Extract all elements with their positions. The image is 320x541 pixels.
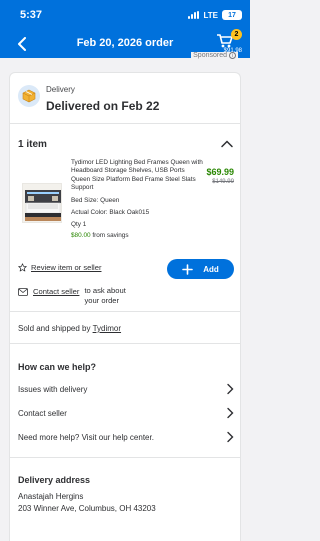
- savings-text: $80.00 from savings: [71, 232, 129, 239]
- package-icon: [18, 85, 40, 107]
- sponsored-label[interactable]: Sponsored i: [191, 52, 238, 59]
- seller-link[interactable]: Tydimor: [93, 324, 121, 333]
- battery-level: 17: [228, 11, 236, 19]
- add-to-cart-button[interactable]: Add: [167, 259, 234, 279]
- status-time: 5:37: [20, 9, 43, 21]
- star-icon: [18, 263, 27, 272]
- status-bar: 5:37 LTE 17: [0, 0, 250, 30]
- help-item-label: Issues with delivery: [18, 384, 88, 394]
- divider: [10, 457, 240, 458]
- divider: [10, 343, 240, 344]
- cart-count-badge: 2: [231, 29, 242, 40]
- status-indicators: LTE 17: [188, 10, 242, 20]
- product-price: $69.99: [206, 167, 234, 177]
- contact-seller-link[interactable]: Contact seller: [33, 287, 79, 296]
- delivery-address-title: Delivery address: [18, 475, 91, 485]
- divider: [10, 311, 240, 312]
- product-color: Actual Color: Black Oak015: [71, 209, 150, 216]
- product-was-price: $149.99: [212, 179, 234, 185]
- savings-suffix: from savings: [90, 232, 129, 239]
- chevron-up-icon: [221, 140, 233, 148]
- order-card: Delivery Delivered on Feb 22 1 item Tydi…: [9, 72, 241, 541]
- chevron-right-icon: [227, 383, 234, 395]
- sponsored-text: Sponsored: [193, 52, 227, 59]
- product-name[interactable]: Tydimor LED Lighting Bed Frames Queen wi…: [71, 159, 203, 193]
- help-section-title: How can we help?: [18, 362, 97, 372]
- address-name: Anastajah Hergins: [18, 492, 84, 501]
- battery-icon: 17: [222, 10, 242, 20]
- help-item-help-center[interactable]: Need more help? Visit our help center.: [18, 429, 234, 445]
- help-item-delivery-issues[interactable]: Issues with delivery: [18, 381, 234, 397]
- chevron-right-icon: [227, 407, 234, 419]
- review-item-label: Review item or seller: [31, 263, 102, 272]
- help-item-label: Contact seller: [18, 408, 67, 418]
- collapse-button[interactable]: [220, 137, 234, 151]
- plus-icon: [182, 263, 194, 275]
- help-item-contact-seller[interactable]: Contact seller: [18, 405, 234, 421]
- product-qty: Qty 1: [71, 221, 87, 228]
- product-size: Bed Size: Queen: [71, 197, 120, 204]
- delivery-label: Delivery: [46, 85, 75, 94]
- add-button-label: Add: [203, 264, 219, 274]
- review-item-link[interactable]: Review item or seller: [18, 263, 101, 272]
- contact-seller-row: Contact seller to ask about your order: [18, 286, 134, 305]
- savings-amount: $80.00: [71, 232, 91, 239]
- sold-by-prefix: Sold and shipped by: [18, 324, 93, 333]
- item-count: 1 item: [18, 139, 47, 150]
- chevron-right-icon: [227, 431, 234, 443]
- network-label: LTE: [203, 10, 218, 20]
- address-street: 203 Winner Ave, Columbus, OH 43203: [18, 504, 156, 513]
- info-icon: i: [229, 52, 236, 59]
- help-item-label: Need more help? Visit our help center.: [18, 432, 154, 442]
- page-title: Feb 20, 2026 order: [76, 37, 174, 49]
- signal-icon: [188, 11, 200, 19]
- divider: [10, 123, 240, 124]
- contact-seller-tail: to ask about your order: [84, 286, 126, 305]
- delivery-status: Delivered on Feb 22: [46, 99, 160, 113]
- sold-by-text: Sold and shipped by Tydimor: [18, 324, 121, 333]
- product-image[interactable]: [22, 183, 62, 223]
- mail-icon: [18, 288, 28, 296]
